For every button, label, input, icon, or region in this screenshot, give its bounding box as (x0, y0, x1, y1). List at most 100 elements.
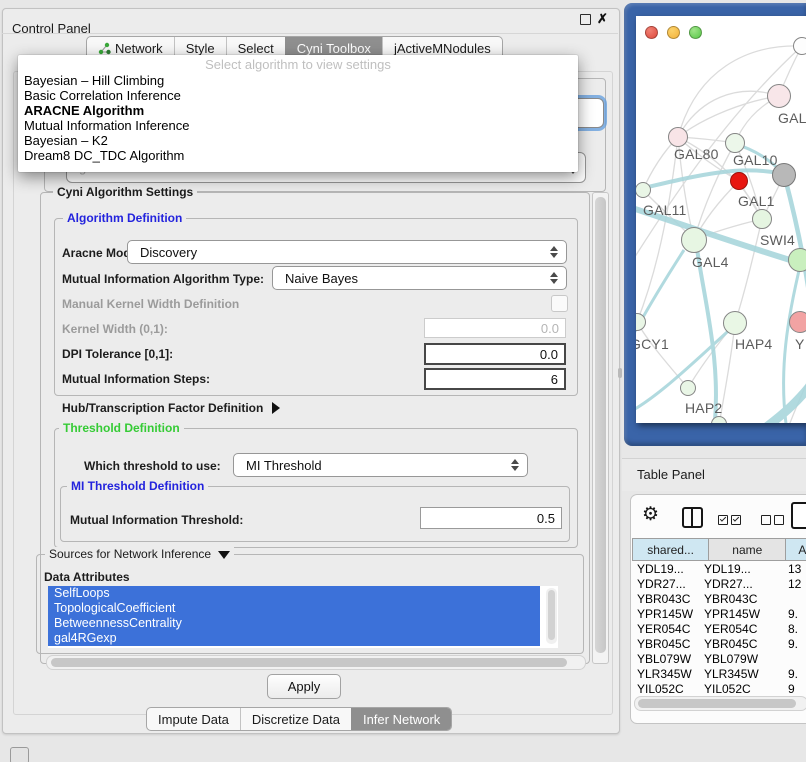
column-header-name[interactable]: name (709, 539, 786, 560)
node-label: GAL4 (692, 254, 729, 270)
network-node[interactable] (767, 84, 791, 108)
tab-jactivemnodules-label: jActiveMNodules (394, 41, 491, 56)
attributes-scrollbar[interactable] (546, 588, 557, 644)
control-panel-titlebar: Control Panel (2, 8, 618, 34)
mi-steps-value: 6 (551, 372, 558, 387)
data-attributes-list: SelfLoops TopologicalCoefficient Between… (48, 586, 558, 648)
split-pane-handle[interactable] (618, 368, 622, 378)
close-icon[interactable]: ✗ (597, 11, 608, 27)
deselect-all-columns-icon[interactable] (761, 512, 787, 530)
export-table-icon[interactable] (791, 502, 806, 529)
hub-definition-expander[interactable]: Hub/Transcription Factor Definition (62, 400, 280, 415)
cyni-bottom-tabstrip: Impute Data Discretize Data Infer Networ… (146, 707, 452, 731)
manual-kernel-checkbox[interactable] (551, 295, 568, 312)
aracne-mode-combobox[interactable]: Discovery (127, 240, 567, 264)
network-canvas[interactable]: GAL GAL80 GAL10 GAL1 GAL11 SWI4 GAL4 GCY… (636, 16, 806, 423)
dropdown-item[interactable]: Mutual Information Inference (18, 118, 578, 133)
tab-style-label: Style (186, 41, 215, 56)
network-node[interactable] (793, 37, 806, 55)
dropdown-prompt: Select algorithm to view settings (18, 57, 578, 73)
tab-network-label: Network (115, 41, 163, 56)
float-window-icon[interactable] (580, 14, 591, 25)
gear-icon[interactable]: ⚙ (642, 503, 659, 526)
list-item[interactable]: gal4RGexp (48, 631, 540, 646)
network-node-salmon[interactable] (789, 311, 806, 333)
table-row[interactable]: YDL19...YDL19...13 (632, 562, 806, 577)
tab-impute-data[interactable]: Impute Data (147, 708, 240, 730)
table-row[interactable]: YBR045CYBR045C9. (632, 637, 806, 652)
tab-cyni-toolbox-label: Cyni Toolbox (297, 41, 371, 56)
algorithm-dropdown-popup: Select algorithm to view settings Bayesi… (18, 55, 578, 172)
select-all-columns-icon[interactable] (718, 512, 744, 530)
network-node-gal10[interactable] (725, 133, 745, 153)
table-row[interactable]: YIL052CYIL052C9 (632, 682, 806, 697)
table-horizontal-scrollbar-thumb[interactable] (638, 699, 796, 708)
node-label: HAP4 (735, 336, 772, 352)
dropdown-item[interactable]: Dream8 DC_TDC Algorithm (18, 148, 578, 163)
table-row[interactable]: YLR345WYLR345W9. (632, 667, 806, 682)
unchecked-box-icon (761, 515, 771, 525)
node-label: SWI4 (760, 232, 795, 248)
combo-stepper-icon (550, 246, 558, 258)
checked-box-icon (731, 515, 741, 525)
tab-discretize-data[interactable]: Discretize Data (240, 708, 351, 730)
network-node-hap2[interactable] (680, 380, 696, 396)
table-row[interactable]: YPR145WYPR145W9. (632, 607, 806, 622)
node-label: Y (795, 336, 805, 352)
settings-horizontal-scrollbar[interactable] (46, 655, 586, 670)
network-node-hap4[interactable] (723, 311, 747, 335)
settings-vertical-scrollbar-thumb[interactable] (595, 197, 606, 653)
network-node-swi4[interactable] (788, 248, 806, 272)
mi-type-combobox[interactable]: Naive Bayes (272, 266, 567, 290)
network-node-gal80[interactable] (668, 127, 688, 147)
column-header-clipped[interactable]: A (786, 539, 806, 560)
attributes-scrollbar-thumb[interactable] (548, 590, 555, 640)
network-node-selected-red[interactable] (730, 172, 748, 190)
sources-collapse-header[interactable]: Sources for Network Inference (45, 547, 234, 562)
which-threshold-combobox[interactable]: MI Threshold (233, 453, 528, 477)
mi-steps-field[interactable]: 6 (424, 368, 566, 390)
apply-button-label: Apply (288, 679, 321, 694)
column-header-shared-name[interactable]: shared... (633, 539, 709, 560)
tab-select-label: Select (238, 41, 274, 56)
table-panel-title: Table Panel (637, 467, 705, 482)
tab-infer-network[interactable]: Infer Network (351, 708, 451, 730)
data-attributes-label: Data Attributes (44, 570, 130, 584)
kernel-width-label: Kernel Width (0,1): (62, 322, 168, 336)
expand-right-icon[interactable] (272, 402, 280, 414)
list-item[interactable]: BetweennessCentrality (48, 616, 540, 631)
kernel-width-field[interactable]: 0.0 (424, 318, 566, 338)
apply-button[interactable]: Apply (267, 674, 341, 699)
table-row[interactable]: YDR27...YDR27...12 (632, 577, 806, 592)
dropdown-item-selected[interactable]: ARACNE Algorithm (18, 103, 578, 118)
node-label: HAP2 (685, 400, 722, 416)
dpi-tolerance-field[interactable]: 0.0 (424, 343, 566, 365)
table-row[interactable]: YER054CYER054C8. (632, 622, 806, 637)
node-label: GAL1 (738, 193, 775, 209)
table-row[interactable]: YBR043CYBR043C (632, 592, 806, 607)
columns-icon[interactable] (682, 507, 703, 528)
dpi-tolerance-label: DPI Tolerance [0,1]: (62, 347, 173, 361)
list-item[interactable]: TopologicalCoefficient (48, 601, 540, 616)
network-icon (98, 42, 111, 55)
collapse-down-icon[interactable] (218, 551, 230, 559)
settings-vertical-scrollbar[interactable] (592, 192, 609, 664)
screen: Control Panel ✗ Network Style Select Cyn… (0, 0, 806, 762)
table-horizontal-scrollbar[interactable] (634, 696, 806, 711)
mi-threshold-field[interactable]: 0.5 (420, 507, 562, 529)
mi-steps-label: Mutual Information Steps: (62, 372, 210, 386)
dropdown-item[interactable]: Bayesian – K2 (18, 133, 578, 148)
dropdown-item[interactable]: Bayesian – Hill Climbing (18, 73, 578, 88)
network-node-gal4[interactable] (681, 227, 707, 253)
dropdown-item[interactable]: Basic Correlation Inference (18, 88, 578, 103)
settings-horizontal-scrollbar-thumb[interactable] (51, 658, 567, 667)
checked-box-icon (718, 515, 728, 525)
kernel-width-value: 0.0 (541, 321, 559, 336)
table-row[interactable]: YBL079WYBL079W (632, 652, 806, 667)
mi-type-value: Naive Bayes (285, 271, 358, 286)
list-item[interactable]: SelfLoops (48, 586, 540, 601)
collapsed-panel-icon[interactable] (10, 747, 29, 762)
unchecked-box-icon (774, 515, 784, 525)
network-node-gal1[interactable] (752, 209, 772, 229)
mi-type-label: Mutual Information Algorithm Type: (62, 272, 264, 286)
